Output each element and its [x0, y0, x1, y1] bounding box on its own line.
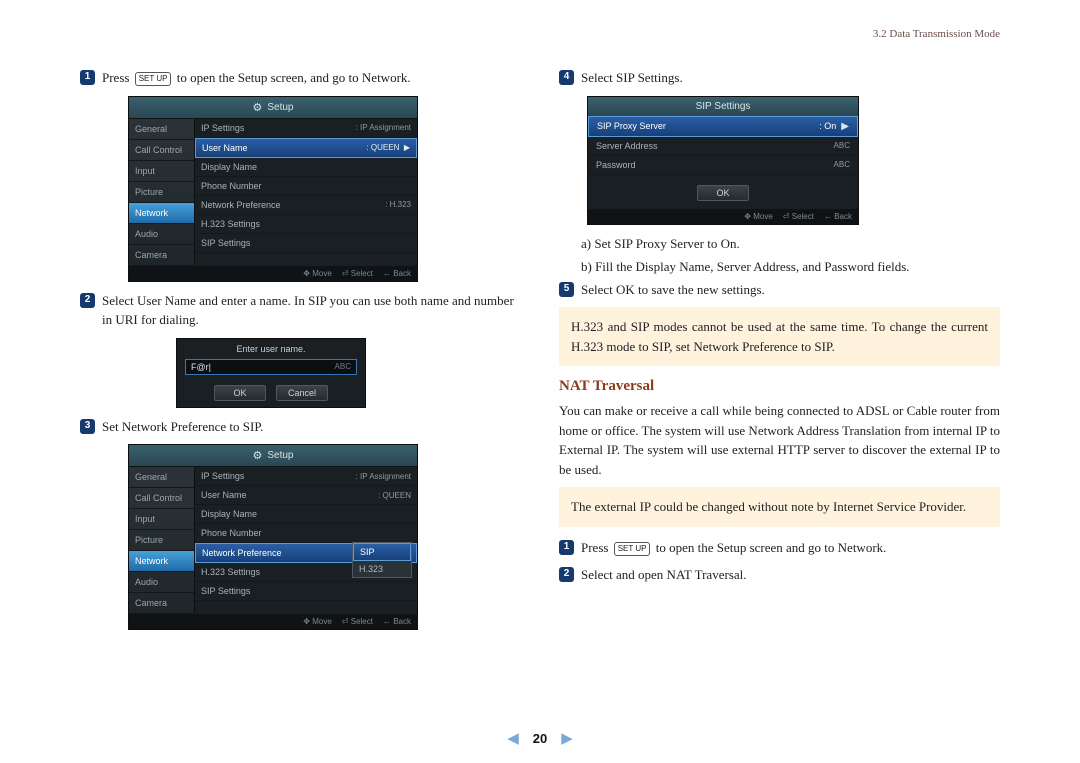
step-badge-1: 1 [80, 70, 95, 85]
right-column: 4 Select SIP Settings. SIP Settings SIP … [559, 65, 1000, 640]
sub-b: b) Fill the Display Name, Server Address… [581, 258, 1000, 277]
step4-text: Select SIP Settings. [581, 69, 1000, 88]
dropdown-h323[interactable]: H.323 [353, 561, 411, 577]
step-3: 3 Set Network Preference to SIP. [80, 418, 521, 437]
sip-footer: ✥ Move ⏎ Select ← Back [588, 209, 858, 224]
row-sip-settings[interactable]: SIP Settings [195, 234, 417, 253]
step-2: 2 Select User Name and enter a name. In … [80, 292, 521, 330]
step-badge-3: 3 [80, 419, 95, 434]
nat-step-1: 1 Press SET UP to open the Setup screen … [559, 539, 1000, 558]
side-picture[interactable]: Picture [129, 530, 194, 551]
side-general[interactable]: General [129, 467, 194, 488]
step-5: 5 Select OK to save the new settings. [559, 281, 1000, 300]
dropdown-sip[interactable]: SIP [353, 543, 411, 561]
enter-username-popup: Enter user name. F@r|ABC OK Cancel [176, 338, 366, 408]
nat-step-badge-1: 1 [559, 540, 574, 555]
step2-text: Select User Name and enter a name. In SI… [102, 292, 521, 330]
side-network[interactable]: Network [129, 551, 194, 572]
setup-main-1: IP Settings: IP Assignment User Name: QU… [195, 119, 417, 266]
left-column: 1 Press SET UP to open the Setup screen,… [80, 65, 521, 640]
sub-a: a) Set SIP Proxy Server to On. [581, 235, 1000, 254]
setup-sidebar: General Call Control Input Picture Netwo… [129, 119, 195, 266]
side-input[interactable]: Input [129, 509, 194, 530]
next-page-icon[interactable]: ▶ [561, 729, 573, 747]
header-section: 3.2 Data Transmission Mode [873, 28, 1000, 40]
gear-icon: ⚙ [252, 101, 262, 114]
side-audio[interactable]: Audio [129, 572, 194, 593]
server-address-row[interactable]: Server AddressABC [588, 137, 858, 156]
nstep2-text: Select and open NAT Traversal. [581, 566, 1000, 585]
side-camera[interactable]: Camera [129, 245, 194, 266]
setup-key: SET UP [135, 72, 172, 86]
username-input[interactable]: F@r|ABC [185, 359, 357, 375]
setup-titlebar: ⚙ Setup [129, 97, 417, 119]
setup-title: Setup [267, 102, 293, 113]
panel-footer-2: ✥ Move ⏎ Select ← Back [129, 614, 417, 629]
popup-ok-button[interactable]: OK [214, 385, 266, 401]
step5-text: Select OK to save the new settings. [581, 281, 1000, 300]
side-camera[interactable]: Camera [129, 593, 194, 614]
step3-text: Set Network Preference to SIP. [102, 418, 521, 437]
step1-text-b: to open the Setup screen, and go to Netw… [177, 70, 411, 85]
panel-footer: ✥ Move ⏎ Select ← Back [129, 266, 417, 281]
setup-key-2: SET UP [614, 542, 651, 556]
setup-titlebar-2: ⚙ Setup [129, 445, 417, 467]
row-user-name[interactable]: User Name: QUEEN [195, 486, 417, 505]
sip-proxy-row[interactable]: SIP Proxy Server : On ▶ [588, 116, 858, 137]
gear-icon: ⚙ [252, 449, 262, 462]
side-network[interactable]: Network [129, 203, 194, 224]
setup-panel-1: ⚙ Setup General Call Control Input Pictu… [128, 96, 418, 282]
side-input[interactable]: Input [129, 161, 194, 182]
sip-ok-button[interactable]: OK [697, 185, 749, 201]
sip-title: SIP Settings [588, 97, 858, 116]
row-sip-settings[interactable]: SIP Settings [195, 582, 417, 601]
popup-cancel-button[interactable]: Cancel [276, 385, 328, 401]
side-callcontrol[interactable]: Call Control [129, 488, 194, 509]
setup-title-2: Setup [267, 450, 293, 461]
sip-settings-panel: SIP Settings SIP Proxy Server : On ▶ Ser… [587, 96, 859, 225]
row-network-pref[interactable]: Network Preference: H.323 [195, 196, 417, 215]
step-1: 1 Press SET UP to open the Setup screen,… [80, 69, 521, 88]
note-h323-sip: H.323 and SIP modes cannot be used at th… [559, 307, 1000, 366]
side-picture[interactable]: Picture [129, 182, 194, 203]
setup-sidebar-2: General Call Control Input Picture Netwo… [129, 467, 195, 614]
step-4: 4 Select SIP Settings. [559, 69, 1000, 88]
step-badge-2: 2 [80, 293, 95, 308]
prev-page-icon[interactable]: ◀ [507, 729, 519, 747]
row-user-name[interactable]: User Name: QUEEN ▶ [195, 138, 417, 158]
popup-title: Enter user name. [177, 339, 365, 357]
nat-step-2: 2 Select and open NAT Traversal. [559, 566, 1000, 585]
setup-main-2: IP Settings: IP Assignment User Name: QU… [195, 467, 417, 614]
side-audio[interactable]: Audio [129, 224, 194, 245]
row-h323[interactable]: H.323 Settings [195, 215, 417, 234]
row-ip-settings[interactable]: IP Settings: IP Assignment [195, 119, 417, 138]
password-row[interactable]: PasswordABC [588, 156, 858, 175]
network-pref-dropdown[interactable]: SIP H.323 [352, 542, 412, 578]
nat-paragraph: You can make or receive a call while bei… [559, 401, 1000, 479]
pager: ◀ 20 ▶ [0, 729, 1080, 747]
row-phone-number[interactable]: Phone Number [195, 177, 417, 196]
page-number: 20 [533, 731, 547, 746]
step1-text-a: Press [102, 70, 129, 85]
row-ip-settings[interactable]: IP Settings: IP Assignment [195, 467, 417, 486]
setup-panel-2: ⚙ Setup General Call Control Input Pictu… [128, 444, 418, 630]
side-callcontrol[interactable]: Call Control [129, 140, 194, 161]
row-network-pref-sel[interactable]: Network Preference SIP H.323 [195, 543, 417, 563]
nstep1-b: to open the Setup screen and go to Netwo… [656, 540, 887, 555]
row-display-name[interactable]: Display Name [195, 505, 417, 524]
row-phone-number[interactable]: Phone Number [195, 524, 417, 543]
row-display-name[interactable]: Display Name [195, 158, 417, 177]
side-general[interactable]: General [129, 119, 194, 140]
nstep1-a: Press [581, 540, 608, 555]
nat-step-badge-2: 2 [559, 567, 574, 582]
step-badge-5: 5 [559, 282, 574, 297]
step-badge-4: 4 [559, 70, 574, 85]
nat-heading: NAT Traversal [559, 378, 1000, 395]
note-external-ip: The external IP could be changed without… [559, 487, 1000, 527]
